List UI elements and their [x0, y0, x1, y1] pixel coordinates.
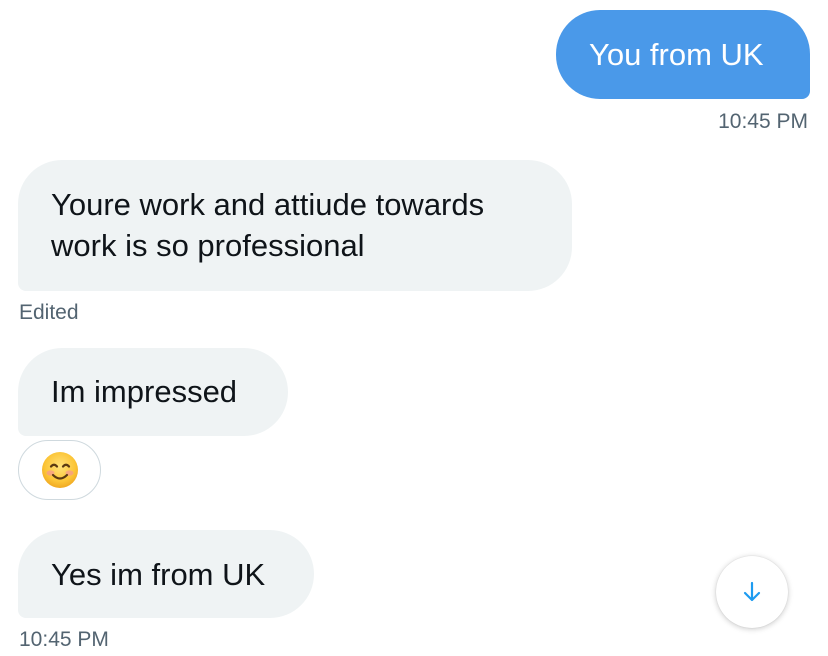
- arrow-down-icon: [743, 581, 761, 602]
- edited-label: Edited: [19, 301, 79, 324]
- message-timestamp: 10:45 PM: [718, 110, 808, 133]
- message-text: You from UK: [589, 37, 764, 72]
- message-text-line: Youre work and attiude towards: [51, 187, 485, 222]
- incoming-message-bubble[interactable]: Yes im from UK: [18, 530, 314, 618]
- message-text: Yes im from UK: [51, 557, 266, 592]
- conversation-view: You from UK 10:45 PM Youre work and atti…: [0, 0, 828, 656]
- message-reaction[interactable]: [18, 440, 101, 500]
- message-timestamp: 10:45 PM: [19, 628, 109, 651]
- message-text: Im impressed: [51, 374, 238, 409]
- message-text-line: work is so professional: [51, 228, 365, 263]
- incoming-message-bubble[interactable]: Im impressed: [18, 348, 288, 436]
- scroll-to-bottom-button[interactable]: [716, 556, 788, 628]
- outgoing-message-bubble[interactable]: You from UK: [556, 10, 810, 99]
- incoming-message-bubble[interactable]: Youre work and attiude towards work is s…: [18, 160, 572, 291]
- smiling-face-emoji-icon: [41, 452, 78, 488]
